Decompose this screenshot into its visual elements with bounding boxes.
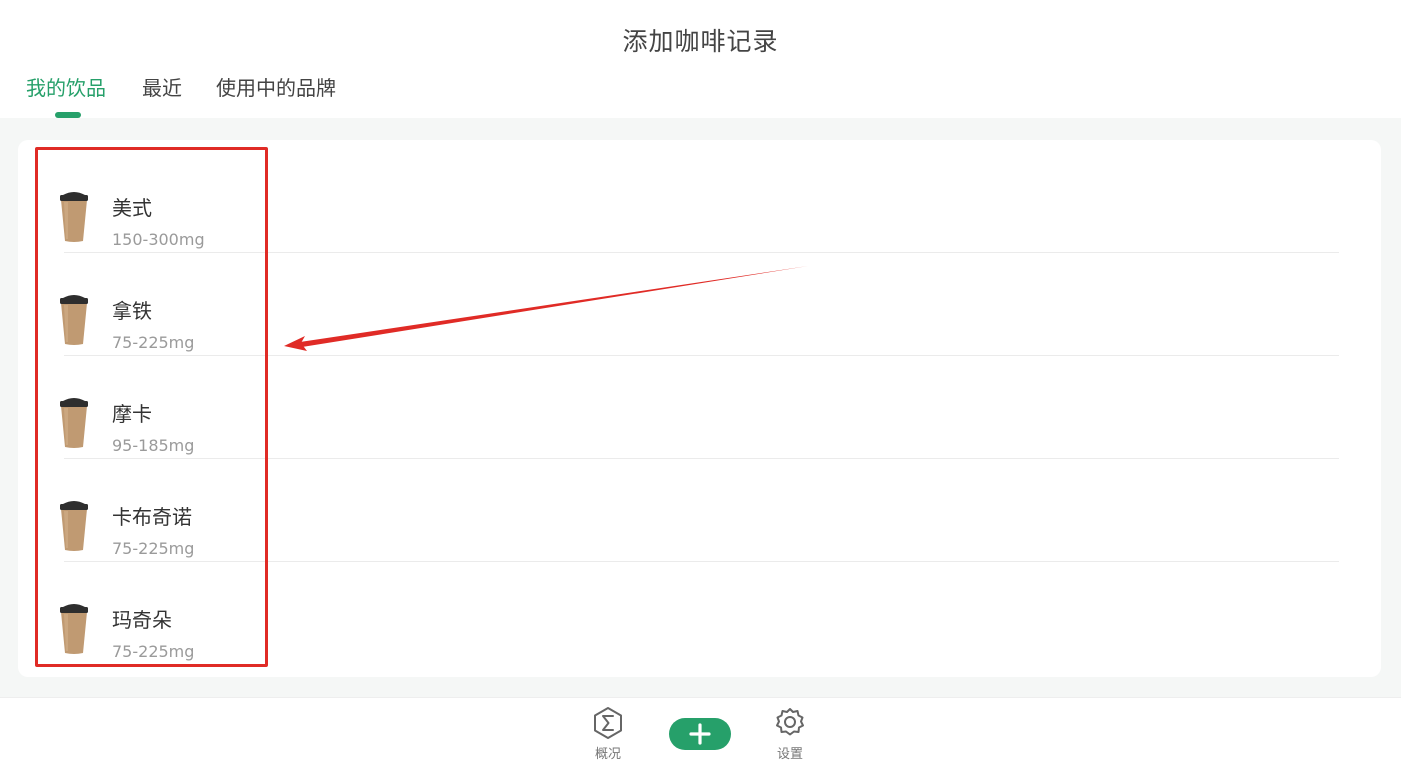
coffee-cup-icon	[60, 501, 88, 551]
tab-brands-in-use[interactable]: 使用中的品牌	[216, 72, 336, 104]
drink-caffeine: 150-300mg	[112, 230, 205, 249]
coffee-cup-icon	[60, 192, 88, 242]
nav-overview-label: 概况	[594, 747, 621, 762]
nav-settings[interactable]: 设置	[760, 706, 820, 762]
add-record-button[interactable]	[669, 718, 731, 750]
drink-list: 美式 150-300mg 拿铁 75-225mg 摩卡 95-185mg 卡布奇…	[18, 140, 1381, 677]
page-title: 添加咖啡记录	[622, 27, 779, 56]
drink-name: 摩卡	[112, 402, 152, 426]
drink-name: 美式	[112, 196, 152, 220]
drink-item-latte[interactable]: 拿铁 75-225mg	[18, 253, 1381, 356]
drink-caffeine: 75-225mg	[112, 642, 195, 661]
coffee-cup-icon	[60, 604, 88, 654]
drink-name: 拿铁	[112, 299, 152, 323]
drink-name: 玛奇朵	[112, 608, 172, 632]
drink-caffeine: 95-185mg	[112, 436, 195, 455]
gear-icon	[776, 708, 804, 736]
drink-item-mocha[interactable]: 摩卡 95-185mg	[18, 356, 1381, 459]
tab-recent[interactable]: 最近	[142, 72, 182, 104]
drink-item-americano[interactable]: 美式 150-300mg	[18, 150, 1381, 253]
drink-name: 卡布奇诺	[112, 505, 192, 529]
sigma-hexagon-icon	[594, 707, 622, 739]
tab-my-drinks[interactable]: 我的饮品	[26, 72, 106, 104]
drink-item-cappuccino[interactable]: 卡布奇诺 75-225mg	[18, 459, 1381, 562]
drink-caffeine: 75-225mg	[112, 333, 195, 352]
nav-settings-label: 设置	[776, 747, 803, 762]
bottom-nav: 概况 设置	[0, 697, 1401, 766]
nav-overview[interactable]: 概况	[578, 706, 638, 762]
coffee-cup-icon	[60, 398, 88, 448]
header: 添加咖啡记录 我的饮品 最近 使用中的品牌	[0, 0, 1401, 118]
plus-icon	[689, 723, 711, 745]
drink-caffeine: 75-225mg	[112, 539, 195, 558]
active-tab-indicator	[55, 112, 81, 118]
coffee-cup-icon	[60, 295, 88, 345]
drink-item-macchiato[interactable]: 玛奇朵 75-225mg	[18, 562, 1381, 665]
